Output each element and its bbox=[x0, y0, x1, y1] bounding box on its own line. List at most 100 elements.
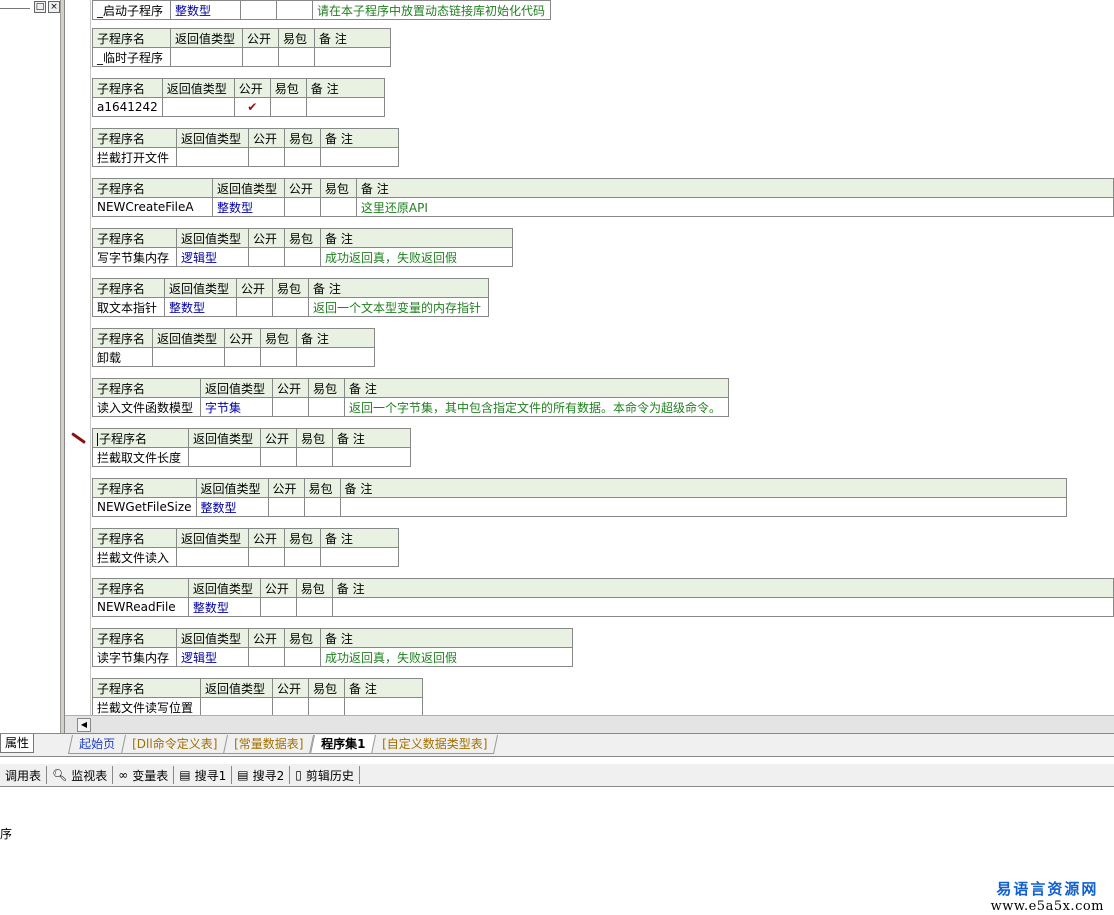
proc-easy[interactable] bbox=[278, 47, 315, 67]
tab-program-set[interactable]: 程序集1 bbox=[309, 735, 377, 754]
tab-label: [常量数据表] bbox=[234, 737, 304, 751]
tab-dll-commands[interactable]: [Dll命令定义表] bbox=[120, 735, 229, 754]
search2-button[interactable]: ▤ 搜寻2 bbox=[232, 766, 291, 784]
proc-name[interactable]: NEWReadFile bbox=[92, 597, 189, 617]
proc-name[interactable]: _临时子程序 bbox=[92, 47, 171, 67]
call-table-button[interactable]: 调用表 bbox=[0, 766, 48, 784]
proc-name[interactable]: a1641242 bbox=[92, 97, 163, 117]
proc-return-type[interactable]: 逻辑型 bbox=[176, 247, 249, 267]
proc-public[interactable] bbox=[224, 347, 261, 367]
proc-public[interactable] bbox=[236, 297, 273, 317]
proc-note[interactable] bbox=[331, 597, 1114, 617]
tab-constants[interactable]: [常量数据表] bbox=[223, 735, 315, 754]
proc-public[interactable] bbox=[267, 497, 305, 517]
proc-note[interactable] bbox=[344, 697, 423, 717]
proc-public[interactable] bbox=[240, 0, 277, 20]
proc-public[interactable] bbox=[272, 397, 309, 417]
close-icon[interactable]: × bbox=[48, 1, 60, 13]
proc-return-type[interactable]: 整数型 bbox=[187, 597, 261, 617]
proc-return-type[interactable]: 整数型 bbox=[195, 497, 269, 517]
variable-table-button[interactable]: ∞ 变量表 bbox=[113, 766, 175, 784]
proc-name[interactable]: 拦截文件读写位置 bbox=[92, 697, 201, 717]
proc-name[interactable]: NEWCreateFileA bbox=[92, 197, 213, 217]
proc-return-type[interactable]: 字节集 bbox=[200, 397, 273, 417]
proc-name[interactable]: 卸载 bbox=[92, 347, 153, 367]
proc-note[interactable]: 成功返回真，失败返回假 bbox=[320, 647, 573, 667]
proc-note[interactable]: 请在本子程序中放置动态链接库初始化代码 bbox=[312, 0, 551, 20]
monitor-table-button[interactable]: 🔍︎ 监视表 bbox=[47, 766, 114, 784]
proc-public[interactable] bbox=[248, 147, 285, 167]
proc-return-type[interactable] bbox=[200, 697, 273, 717]
proc-easy[interactable] bbox=[319, 197, 357, 217]
proc-public[interactable] bbox=[248, 247, 285, 267]
proc-return-type[interactable] bbox=[176, 547, 249, 567]
col-header-public: 公开 bbox=[233, 78, 271, 98]
scroll-left-icon[interactable]: ◀ bbox=[77, 718, 91, 732]
proc-easy[interactable] bbox=[308, 397, 345, 417]
search1-button[interactable]: ▤ 搜寻1 bbox=[174, 766, 233, 784]
proc-note[interactable]: 成功返回真，失败返回假 bbox=[320, 247, 513, 267]
col-header-name[interactable]: 子程序名 bbox=[92, 428, 189, 448]
proc-note[interactable] bbox=[339, 497, 1067, 517]
proc-easy[interactable] bbox=[295, 597, 333, 617]
proc-note[interactable] bbox=[332, 447, 411, 467]
proc-name[interactable]: 写字节集内存 bbox=[92, 247, 177, 267]
proc-public[interactable] bbox=[259, 597, 297, 617]
col-header-public: 公开 bbox=[248, 628, 285, 648]
proc-public[interactable] bbox=[272, 697, 309, 717]
proc-easy[interactable] bbox=[269, 97, 307, 117]
proc-note[interactable] bbox=[305, 97, 385, 117]
proc-easy[interactable] bbox=[276, 0, 313, 20]
proc-return-type[interactable]: 整数型 bbox=[164, 297, 237, 317]
clip-history-button[interactable]: ▯ 剪辑历史 bbox=[290, 766, 360, 784]
proc-note[interactable]: 这里还原API bbox=[355, 197, 1114, 217]
proc-note[interactable] bbox=[320, 547, 399, 567]
proc-name[interactable]: 读入文件函数模型 bbox=[92, 397, 201, 417]
proc-easy[interactable] bbox=[284, 147, 321, 167]
proc-easy[interactable] bbox=[272, 297, 309, 317]
proc-easy[interactable] bbox=[284, 647, 321, 667]
tab-custom-types[interactable]: [自定义数据类型表] bbox=[371, 735, 499, 754]
proc-public[interactable] bbox=[248, 647, 285, 667]
checkmark-icon[interactable]: ✔ bbox=[233, 97, 271, 117]
proc-return-type[interactable]: 整数型 bbox=[170, 0, 241, 20]
proc-name[interactable]: 读字节集内存 bbox=[92, 647, 177, 667]
tab-properties[interactable]: 属性 bbox=[0, 734, 35, 753]
proc-return-type[interactable]: 整数型 bbox=[211, 197, 285, 217]
proc-name[interactable]: 取文本指针 bbox=[92, 297, 165, 317]
proc-public[interactable] bbox=[242, 47, 279, 67]
procedure-table: 子程序名 返回值类型 公开 易包备 注 NEWGetFileSize 整数型 bbox=[92, 478, 1067, 517]
table-row: 读字节集内存 逻辑型 成功返回真，失败返回假 bbox=[92, 647, 573, 667]
proc-note[interactable] bbox=[314, 47, 391, 67]
proc-easy[interactable] bbox=[284, 547, 321, 567]
restore-icon[interactable]: □ bbox=[34, 1, 46, 13]
proc-easy[interactable] bbox=[260, 347, 297, 367]
editor-gutter bbox=[65, 0, 90, 715]
proc-public[interactable] bbox=[283, 197, 321, 217]
proc-name[interactable]: 拦截打开文件 bbox=[92, 147, 177, 167]
proc-note[interactable] bbox=[320, 147, 399, 167]
proc-easy[interactable] bbox=[303, 497, 341, 517]
proc-return-type[interactable] bbox=[161, 97, 235, 117]
proc-note[interactable]: 返回一个字节集，其中包含指定文件的所有数据。本命令为超级命令。 bbox=[344, 397, 729, 417]
proc-return-type[interactable] bbox=[176, 147, 249, 167]
proc-name[interactable]: _启动子程序 bbox=[92, 0, 171, 20]
proc-note[interactable]: 返回一个文本型变量的内存指针 bbox=[308, 297, 489, 317]
proc-public[interactable] bbox=[260, 447, 297, 467]
proc-name[interactable]: NEWGetFileSize bbox=[92, 497, 197, 517]
proc-easy[interactable] bbox=[284, 247, 321, 267]
proc-return-type[interactable] bbox=[188, 447, 261, 467]
proc-return-type[interactable] bbox=[170, 47, 243, 67]
col-header-easy: 易包 bbox=[284, 228, 321, 248]
proc-name[interactable]: 拦截文件读入 bbox=[92, 547, 177, 567]
proc-name[interactable]: 拦截取文件长度 bbox=[92, 447, 189, 467]
proc-public[interactable] bbox=[248, 547, 285, 567]
proc-return-type[interactable]: 逻辑型 bbox=[176, 647, 249, 667]
horizontal-scrollbar[interactable]: ◀ bbox=[65, 715, 1114, 733]
proc-return-type[interactable] bbox=[152, 347, 225, 367]
proc-easy[interactable] bbox=[296, 447, 333, 467]
tab-start-page[interactable]: 起始页 bbox=[67, 735, 127, 754]
proc-easy[interactable] bbox=[308, 697, 345, 717]
col-header-public: 公开 bbox=[259, 578, 297, 598]
proc-note[interactable] bbox=[296, 347, 375, 367]
